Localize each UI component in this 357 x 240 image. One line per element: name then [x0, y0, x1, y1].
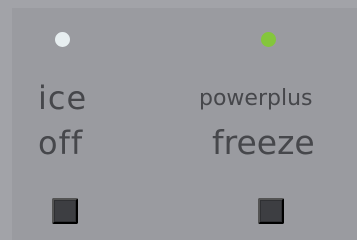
ice-off-button[interactable] [52, 198, 78, 224]
powerplus-freeze-indicator-light [261, 32, 276, 47]
ice-off-indicator-light [55, 32, 70, 47]
powerplus-freeze-label-line2: freeze [212, 123, 315, 162]
powerplus-freeze-button[interactable] [258, 198, 284, 224]
powerplus-freeze-label-line1: powerplus [199, 86, 313, 111]
ice-off-label-line1: ice [38, 79, 88, 117]
ice-off-label-line2: off [38, 124, 84, 162]
